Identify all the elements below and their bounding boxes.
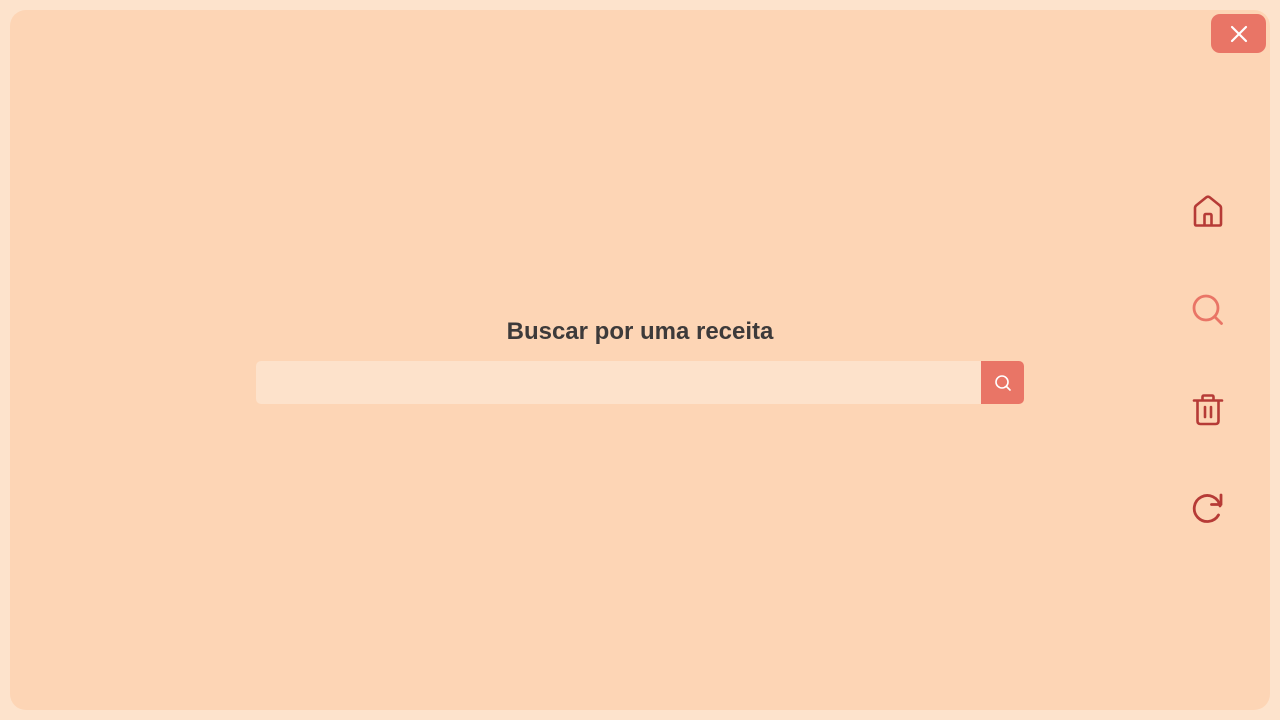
search-panel: Buscar por uma receita xyxy=(256,310,1024,404)
app-window: Buscar por uma receita xyxy=(10,10,1270,710)
nav-trash-button[interactable] xyxy=(1184,385,1232,433)
search-bar xyxy=(256,361,1024,404)
close-icon xyxy=(1230,25,1247,42)
search-input[interactable] xyxy=(256,361,981,404)
search-title: Buscar por uma receita xyxy=(506,318,774,345)
close-button[interactable] xyxy=(1211,14,1266,53)
nav-home-button[interactable] xyxy=(1184,187,1232,235)
trash-icon xyxy=(1192,394,1224,426)
home-icon xyxy=(1193,195,1223,227)
search-icon xyxy=(994,374,1011,391)
search-submit-button[interactable] xyxy=(981,361,1024,404)
refresh-icon xyxy=(1192,493,1223,523)
nav-refresh-button[interactable] xyxy=(1184,484,1232,532)
nav-search-button[interactable] xyxy=(1184,286,1232,334)
search-icon xyxy=(1192,294,1223,325)
